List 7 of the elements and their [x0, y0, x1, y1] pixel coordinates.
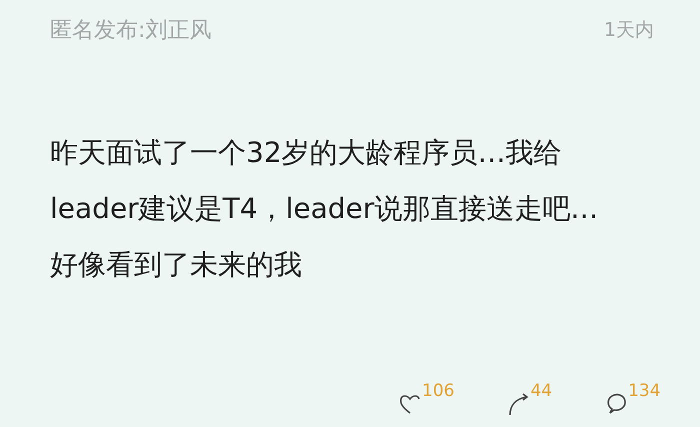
author-label: 匿名发布:刘正风 [50, 17, 212, 45]
post-time: 1天内 [604, 18, 654, 44]
curved-arrow-icon[interactable] [506, 391, 530, 417]
count-label: 134 [628, 383, 661, 400]
count-label: 44 [530, 383, 552, 400]
post-text: 昨天面试了一个32岁的大龄程序员…我给 leader建议是T4，leader说那直接送走吧… 好像看到了未来的我 [50, 135, 600, 283]
count-label: 106 [422, 383, 454, 400]
